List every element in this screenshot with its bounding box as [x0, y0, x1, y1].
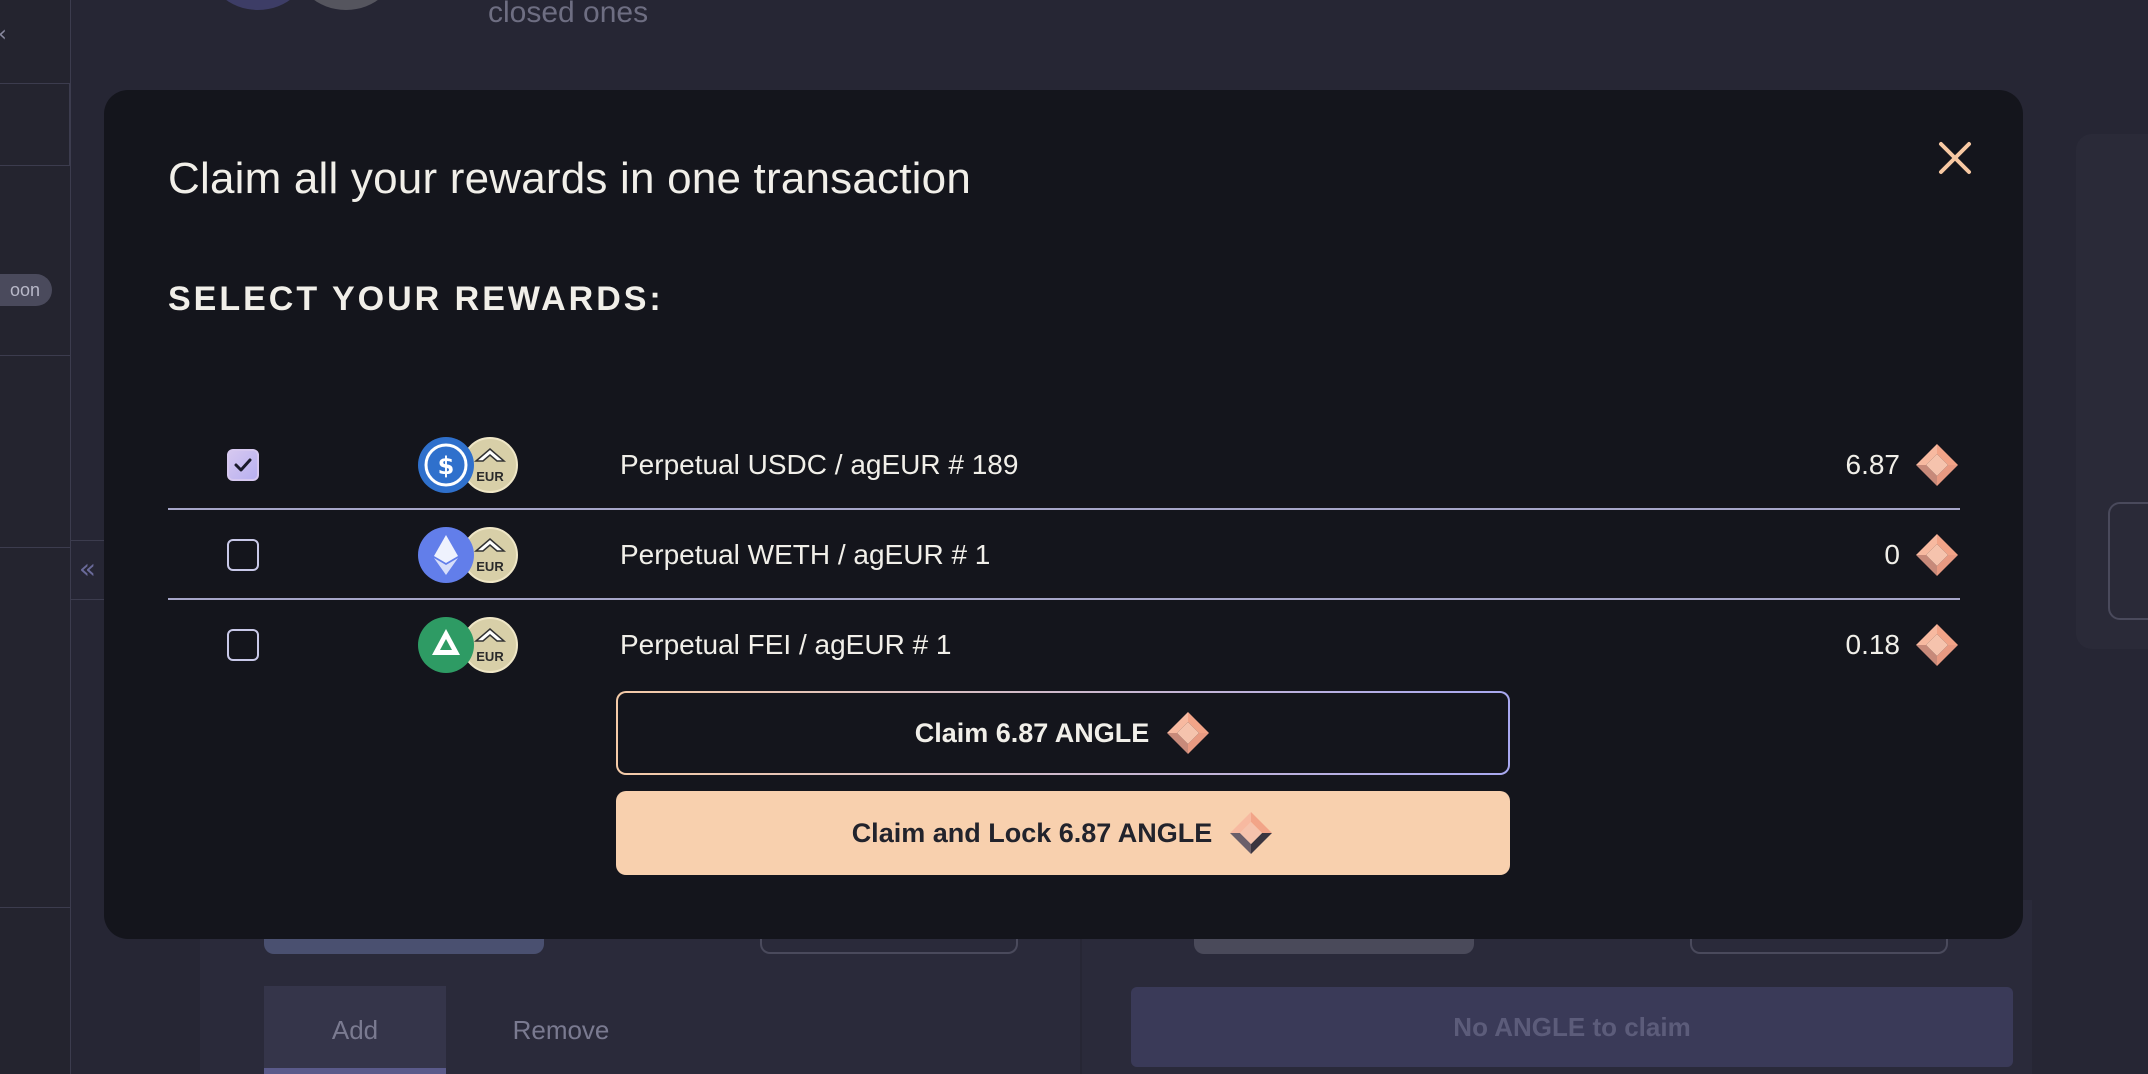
no-angle-to-claim-button[interactable]: No ANGLE to claim	[1131, 987, 2013, 1067]
ageur-label: EUR	[476, 559, 504, 574]
page-subtitle: closed ones	[488, 0, 649, 29]
side-panel-button[interactable]	[2108, 502, 2148, 620]
angle-token-icon	[1230, 812, 1273, 854]
eth-icon	[418, 527, 474, 583]
rewards-list: EUR $ Perpetual USDC / agEUR # 189 6.87	[168, 420, 1960, 690]
reward-name: Perpetual FEI / agEUR # 1	[620, 629, 952, 660]
sidebar-cell	[0, 0, 70, 84]
claim-and-lock-button-label: Claim and Lock 6.87 ANGLE	[851, 817, 1213, 848]
sidebar-cell	[0, 166, 70, 356]
angle-token-icon	[1916, 534, 1958, 576]
section-label: SELECT YOUR REWARDS:	[168, 280, 664, 318]
claim-button[interactable]: Claim 6.87 ANGLE	[616, 691, 1510, 775]
claim-rewards-modal: Claim all your rewards in one transactio…	[104, 90, 2023, 939]
ageur-label: EUR	[476, 649, 504, 664]
usdc-icon: $	[418, 437, 474, 493]
claim-and-lock-button[interactable]: Claim and Lock 6.87 ANGLE	[616, 791, 1510, 875]
tab-add[interactable]: Add	[264, 986, 446, 1074]
reward-amount: 0.18	[1845, 629, 1901, 660]
sidebar-pill: oon	[0, 274, 52, 306]
reward-amount: 0	[1884, 539, 1900, 570]
checkmark-icon	[234, 458, 252, 472]
angle-token-icon	[1167, 712, 1210, 754]
sidebar: ‹ oon	[0, 0, 71, 1074]
sidebar-cell	[0, 84, 70, 166]
reward-checkbox[interactable]	[227, 629, 259, 661]
sidebar-cell	[0, 356, 70, 548]
tab-remove[interactable]: Remove	[446, 986, 676, 1074]
token-pair: EUR $	[418, 437, 518, 493]
reward-row[interactable]: EUR $ Perpetual USDC / agEUR # 189 6.87	[168, 420, 1960, 510]
avatar	[293, 0, 399, 10]
reward-name: Perpetual USDC / agEUR # 189	[620, 449, 1019, 480]
avatar	[205, 0, 311, 10]
reward-name: Perpetual WETH / agEUR # 1	[620, 539, 991, 570]
reward-checkbox[interactable]	[227, 449, 259, 481]
token-pair: EUR	[418, 527, 518, 583]
close-icon[interactable]	[1933, 136, 1977, 180]
reward-row[interactable]: EUR Perpetual FEI / agEUR # 1 0.18	[168, 600, 1960, 690]
svg-text:$: $	[438, 452, 455, 480]
reward-row[interactable]: EUR Perpetual WETH / agEUR # 1 0	[168, 510, 1960, 600]
ageur-label: EUR	[476, 469, 504, 484]
modal-title: Claim all your rewards in one transactio…	[168, 154, 971, 203]
claim-button-label: Claim 6.87 ANGLE	[914, 717, 1150, 748]
fei-icon	[418, 617, 474, 673]
token-pair: EUR	[418, 617, 518, 673]
reward-checkbox[interactable]	[227, 539, 259, 571]
sidebar-cell	[0, 548, 70, 908]
reward-amount: 6.87	[1845, 449, 1901, 480]
angle-token-icon	[1916, 444, 1958, 486]
angle-token-icon	[1916, 624, 1958, 666]
collapse-sidebar-button[interactable]: «	[71, 540, 105, 600]
